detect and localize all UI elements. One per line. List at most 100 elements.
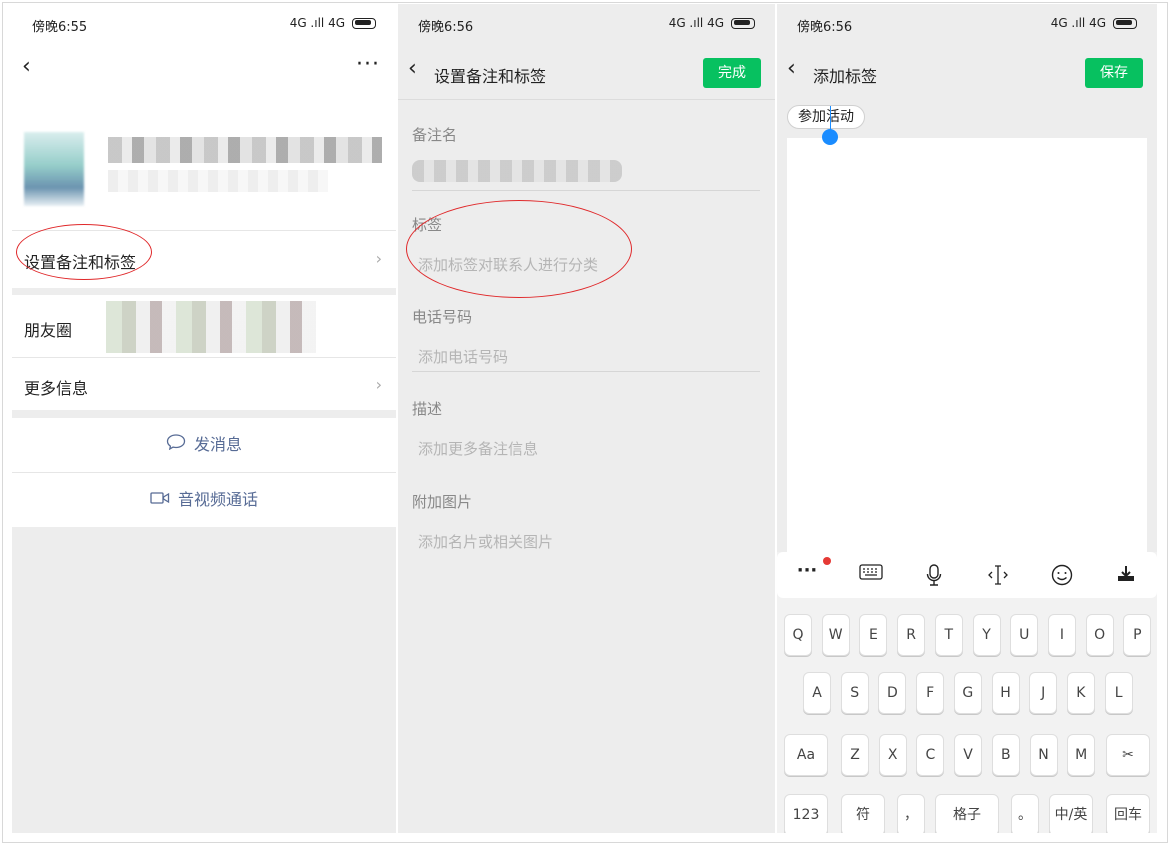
more-info-row[interactable]: 更多信息 › xyxy=(12,358,396,410)
key-S[interactable]: S xyxy=(840,672,869,714)
divider xyxy=(412,371,760,372)
key-J[interactable]: J xyxy=(1029,672,1058,714)
phone-label: 电话号码 xyxy=(412,308,473,326)
key-，[interactable]: ， xyxy=(897,794,925,833)
video-camera-icon xyxy=(150,473,170,527)
back-chevron-icon[interactable]: ‹ xyxy=(787,56,796,81)
red-annotation-ellipse xyxy=(16,224,152,280)
page-title: 设置备注和标签 xyxy=(434,67,547,86)
back-chevron-icon[interactable]: ‹ xyxy=(22,54,31,79)
more-info-label: 更多信息 xyxy=(24,379,89,398)
notification-dot xyxy=(823,557,831,565)
keyboard-toolbar: ··· xyxy=(777,552,1157,598)
more-dots-icon[interactable]: ··· xyxy=(792,560,822,581)
key-E[interactable]: E xyxy=(859,614,888,656)
chevron-right-icon: › xyxy=(375,249,382,268)
moments-label: 朋友圈 xyxy=(24,321,73,340)
contact-name-blurred xyxy=(108,137,382,163)
key-T[interactable]: T xyxy=(934,614,963,656)
key-H[interactable]: H xyxy=(991,672,1020,714)
microphone-icon[interactable] xyxy=(919,564,949,591)
key-B[interactable]: B xyxy=(991,734,1020,776)
contact-profile-screen: 傍晚6:55 4G .ıll 4G ‹ ··· 设置备注和标签 › 朋友圈 更多… xyxy=(12,4,396,833)
key-scissors[interactable]: ✂ xyxy=(1106,734,1150,776)
battery-icon xyxy=(352,17,376,29)
key-W[interactable]: W xyxy=(821,614,850,656)
status-signal: 4G .ıll 4G xyxy=(669,16,755,30)
video-call-label: 音视频通话 xyxy=(177,490,258,509)
status-signal: 4G .ıll 4G xyxy=(290,16,376,30)
key-G[interactable]: G xyxy=(953,672,982,714)
status-bar: 傍晚6:55 4G .ıll 4G xyxy=(12,4,396,44)
key-V[interactable]: V xyxy=(954,734,983,776)
contact-id-blurred xyxy=(108,170,328,192)
status-time: 傍晚6:55 xyxy=(32,20,88,35)
tag-chip[interactable]: 参加活动 xyxy=(787,105,865,129)
status-time: 傍晚6:56 xyxy=(418,20,474,35)
key-R[interactable]: R xyxy=(897,614,926,656)
chevron-right-icon: › xyxy=(375,375,382,394)
cursor-icon[interactable] xyxy=(983,564,1013,591)
key-回车[interactable]: 回车 xyxy=(1106,794,1150,833)
send-message-label: 发消息 xyxy=(193,435,242,454)
avatar[interactable] xyxy=(24,132,84,206)
remark-name-label: 备注名 xyxy=(412,126,458,144)
done-button[interactable]: 完成 xyxy=(703,58,761,88)
moments-thumbnails-blurred xyxy=(106,301,316,353)
key-L[interactable]: L xyxy=(1104,672,1133,714)
status-signal: 4G .ıll 4G xyxy=(1051,16,1137,30)
key-P[interactable]: P xyxy=(1123,614,1152,656)
key-Q[interactable]: Q xyxy=(784,614,812,656)
key-中/英[interactable]: 中/英 xyxy=(1049,794,1093,833)
key-Z[interactable]: Z xyxy=(841,734,869,776)
key-格子[interactable]: 格子 xyxy=(935,794,999,833)
key-A[interactable]: A xyxy=(803,672,831,714)
key-U[interactable]: U xyxy=(1010,614,1039,656)
keyboard-icon[interactable] xyxy=(856,564,886,585)
key-D[interactable]: D xyxy=(878,672,907,714)
key-X[interactable]: X xyxy=(878,734,907,776)
key-O[interactable]: O xyxy=(1085,614,1114,656)
key-N[interactable]: N xyxy=(1029,734,1058,776)
cursor-handle[interactable] xyxy=(822,129,838,145)
hide-keyboard-icon[interactable] xyxy=(1111,564,1141,589)
nav-header: ‹ 设置备注和标签 完成 xyxy=(398,44,775,100)
battery-icon xyxy=(731,17,755,29)
battery-icon xyxy=(1113,17,1137,29)
key-C[interactable]: C xyxy=(916,734,945,776)
soft-keyboard: ··· Q W E R T Y U I O P A S D F G H J K L Aa Z X C V B N M ✂ 123 符 ， 格子… xyxy=(777,552,1157,833)
key-M[interactable]: M xyxy=(1067,734,1096,776)
key-符[interactable]: 符 xyxy=(841,794,885,833)
tag-input-area[interactable] xyxy=(787,138,1147,556)
key-K[interactable]: K xyxy=(1066,672,1095,714)
nav-header: ‹ 添加标签 保存 xyxy=(777,44,1157,100)
key-Y[interactable]: Y xyxy=(972,614,1001,656)
status-bar: 傍晚6:56 4G .ıll 4G xyxy=(777,4,1157,44)
key-。[interactable]: 。 xyxy=(1011,794,1039,833)
more-dots-icon[interactable]: ··· xyxy=(356,52,380,77)
set-remark-tag-screen: 傍晚6:56 4G .ıll 4G ‹ 设置备注和标签 完成 备注名 标签 添加… xyxy=(398,4,775,833)
save-button[interactable]: 保存 xyxy=(1085,58,1143,88)
remark-name-input[interactable] xyxy=(412,160,622,182)
red-annotation-ellipse xyxy=(406,200,632,298)
emoji-icon[interactable] xyxy=(1047,564,1077,591)
page-title: 添加标签 xyxy=(813,67,878,86)
key-F[interactable]: F xyxy=(916,672,945,714)
phone-input[interactable]: 添加电话号码 xyxy=(418,346,508,367)
send-message-button[interactable]: 发消息 xyxy=(12,418,396,472)
attach-image-field[interactable]: 添加名片或相关图片 xyxy=(418,531,553,552)
key-123[interactable]: 123 xyxy=(784,794,828,833)
back-chevron-icon[interactable]: ‹ xyxy=(408,56,417,81)
status-bar: 傍晚6:56 4G .ıll 4G xyxy=(398,4,775,44)
key-Aa[interactable]: Aa xyxy=(784,734,828,776)
divider xyxy=(412,190,760,191)
video-call-button[interactable]: 音视频通话 xyxy=(12,473,396,527)
status-time: 傍晚6:56 xyxy=(797,20,853,35)
description-input[interactable]: 添加更多备注信息 xyxy=(418,438,538,459)
text-cursor xyxy=(830,106,831,130)
message-bubble-icon xyxy=(166,418,186,472)
attach-image-label: 附加图片 xyxy=(412,493,473,511)
key-I[interactable]: I xyxy=(1047,614,1076,656)
description-label: 描述 xyxy=(412,400,443,418)
add-tag-screen: 傍晚6:56 4G .ıll 4G ‹ 添加标签 保存 参加活动 ··· Q W… xyxy=(777,4,1157,833)
